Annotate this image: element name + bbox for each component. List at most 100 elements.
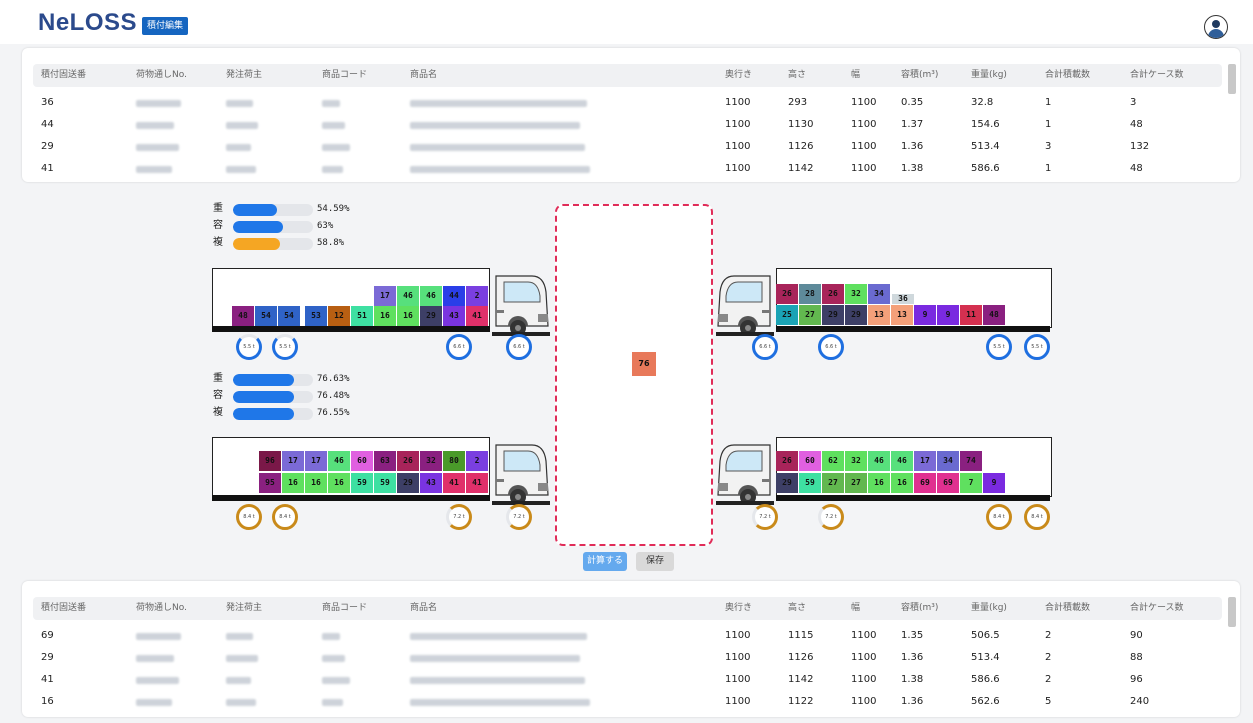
column-header[interactable]: 重量(kg) (971, 64, 1007, 87)
cargo-box[interactable]: 69 (937, 473, 959, 493)
table-row[interactable]: 36 1100 293 1100 0.35 32.8 1 3 (33, 92, 1222, 114)
column-header[interactable]: 発注荷主 (226, 597, 262, 620)
cargo-box[interactable]: 2 (466, 286, 488, 306)
column-header[interactable]: 合計ケース数 (1130, 597, 1184, 620)
column-header[interactable]: 商品コード (322, 597, 367, 620)
cargo-box[interactable]: 26 (822, 284, 844, 304)
cargo-box[interactable]: 41 (443, 473, 465, 493)
column-header[interactable]: 商品名 (410, 597, 437, 620)
table-row[interactable]: 44 1100 1130 1100 1.37 154.6 1 48 (33, 114, 1222, 136)
table-row[interactable]: 41 1100 1142 1100 1.38 586.6 2 96 (33, 669, 1222, 691)
cargo-box[interactable]: 96 (259, 451, 281, 471)
cargo-box[interactable]: 17 (914, 451, 936, 471)
unassigned-item[interactable]: 76 (632, 352, 656, 376)
table-row[interactable]: 16 1100 1122 1100 1.36 562.6 5 240 (33, 691, 1222, 713)
save-button[interactable]: 保存 (636, 552, 674, 571)
column-header[interactable]: 重量(kg) (971, 597, 1007, 620)
cargo-box[interactable]: 54 (255, 306, 277, 326)
column-header[interactable]: 合計ケース数 (1130, 64, 1184, 87)
cargo-box[interactable]: 9 (914, 305, 936, 325)
cargo-box[interactable]: 17 (282, 451, 304, 471)
cargo-box[interactable]: 16 (397, 306, 419, 326)
cargo-box[interactable]: 17 (305, 451, 327, 471)
column-header[interactable]: 積付固送番 (41, 64, 86, 87)
column-header[interactable]: 奥行き (725, 64, 752, 87)
cargo-box[interactable]: 53 (305, 306, 327, 326)
cargo-box[interactable]: 46 (397, 286, 419, 306)
cargo-box[interactable]: 46 (868, 451, 890, 471)
cargo-box[interactable]: 34 (937, 451, 959, 471)
cargo-box[interactable]: 32 (845, 284, 867, 304)
cargo-box[interactable]: 16 (868, 473, 890, 493)
cargo-box[interactable]: 29 (397, 473, 419, 493)
cargo-box[interactable]: 27 (822, 473, 844, 493)
cargo-box[interactable]: 62 (822, 451, 844, 471)
column-header[interactable]: 発注荷主 (226, 64, 262, 87)
table-row[interactable]: 41 1100 1142 1100 1.38 586.6 1 48 (33, 158, 1222, 180)
cargo-box[interactable]: 43 (443, 306, 465, 326)
column-header[interactable]: 荷物通しNo. (136, 597, 187, 620)
cargo-box[interactable]: 46 (420, 286, 442, 306)
cargo-box[interactable]: 46 (328, 451, 350, 471)
cargo-box[interactable]: 26 (397, 451, 419, 471)
cargo-box[interactable]: 27 (845, 473, 867, 493)
cargo-box[interactable]: 46 (891, 451, 913, 471)
cargo-box[interactable]: 41 (466, 306, 488, 326)
cargo-box[interactable]: 59 (374, 473, 396, 493)
cargo-box[interactable]: 16 (305, 473, 327, 493)
column-header[interactable]: 合計積載数 (1045, 597, 1090, 620)
cargo-box[interactable]: 95 (259, 473, 281, 493)
column-header[interactable]: 高さ (788, 597, 806, 620)
cargo-box[interactable]: 44 (443, 286, 465, 306)
cargo-box[interactable]: 16 (282, 473, 304, 493)
user-avatar[interactable] (1204, 15, 1228, 39)
cargo-box[interactable]: 59 (351, 473, 373, 493)
cargo-box[interactable]: 54 (278, 306, 300, 326)
column-header[interactable]: 幅 (851, 597, 860, 620)
cargo-box[interactable]: 63 (374, 451, 396, 471)
cargo-box[interactable]: 2 (466, 451, 488, 471)
column-header[interactable]: 奥行き (725, 597, 752, 620)
cargo-box[interactable]: 13 (868, 305, 890, 325)
cargo-box[interactable]: 12 (328, 306, 350, 326)
cargo-box[interactable]: 26 (776, 451, 798, 471)
cargo-box[interactable]: 48 (232, 306, 254, 326)
cargo-box[interactable]: 41 (466, 473, 488, 493)
cargo-box[interactable]: 7 (960, 473, 982, 493)
cargo-box[interactable]: 32 (420, 451, 442, 471)
cargo-box[interactable]: 11 (960, 305, 982, 325)
cargo-box[interactable]: 36 (892, 294, 914, 304)
cargo-box[interactable]: 34 (868, 284, 890, 304)
cargo-box[interactable]: 17 (374, 286, 396, 306)
cargo-box[interactable]: 16 (328, 473, 350, 493)
column-header[interactable]: 商品名 (410, 64, 437, 87)
cargo-box[interactable]: 48 (983, 305, 1005, 325)
cargo-box[interactable]: 59 (799, 473, 821, 493)
column-header[interactable]: 高さ (788, 64, 806, 87)
column-header[interactable]: 幅 (851, 64, 860, 87)
cargo-box[interactable]: 16 (374, 306, 396, 326)
column-header[interactable]: 合計積載数 (1045, 64, 1090, 87)
column-header[interactable]: 荷物通しNo. (136, 64, 187, 87)
cargo-box[interactable]: 29 (776, 473, 798, 493)
column-header[interactable]: 積付固送番 (41, 597, 86, 620)
cargo-box[interactable]: 29 (822, 305, 844, 325)
column-header[interactable]: 商品コード (322, 64, 367, 87)
calculate-button[interactable]: 計算する (583, 552, 627, 571)
cargo-box[interactable]: 27 (799, 305, 821, 325)
table-row[interactable]: 29 1100 1126 1100 1.36 513.4 2 88 (33, 647, 1222, 669)
table-row[interactable]: 69 1100 1115 1100 1.35 506.5 2 90 (33, 625, 1222, 647)
cargo-box[interactable]: 69 (914, 473, 936, 493)
table-row[interactable]: 29 1100 1126 1100 1.36 513.4 3 132 (33, 136, 1222, 158)
cargo-box[interactable]: 60 (351, 451, 373, 471)
cargo-box[interactable]: 43 (420, 473, 442, 493)
cargo-box[interactable]: 74 (960, 451, 982, 471)
cargo-box[interactable]: 60 (799, 451, 821, 471)
cargo-box[interactable]: 13 (891, 305, 913, 325)
cargo-box[interactable]: 9 (983, 473, 1005, 493)
cargo-box[interactable]: 28 (799, 284, 821, 304)
edit-loading-button[interactable]: 積付編集 (142, 17, 188, 35)
cargo-box[interactable]: 29 (845, 305, 867, 325)
cargo-box[interactable]: 25 (776, 305, 798, 325)
cargo-box[interactable]: 16 (891, 473, 913, 493)
